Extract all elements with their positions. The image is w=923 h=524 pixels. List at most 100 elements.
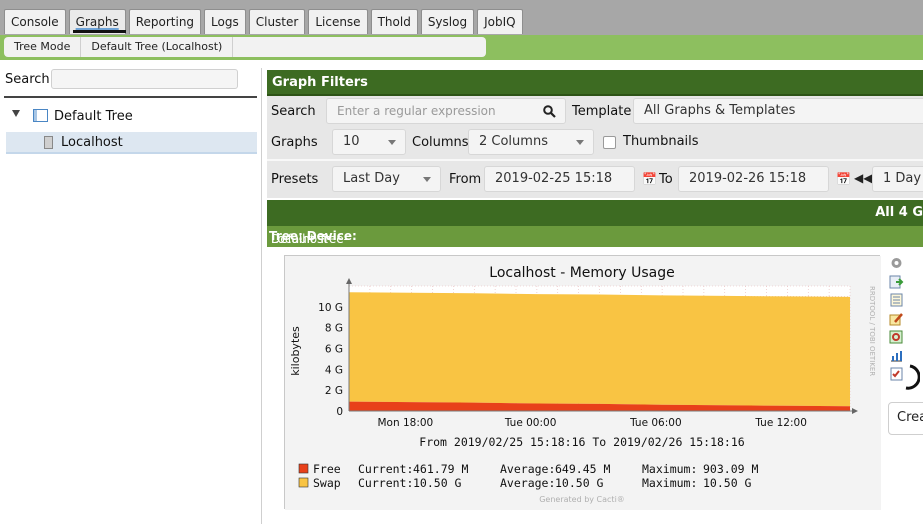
breadcrumb-current-tree[interactable]: Default Tree (Localhost) [81,37,234,57]
legend-maximum-label: Maximum: [642,462,697,476]
generated-by: Generated by Cacti® [539,495,625,504]
calendar-icon[interactable]: 📅 [642,172,657,186]
time-range: From 2019/02/25 15:18:16 To 2019/02/26 1… [419,435,744,449]
x-tick-label: Tue 12:00 [754,417,807,429]
legend-maximum-label: Maximum: [642,476,697,490]
legend-maximum-value: 10.50 G [703,476,752,490]
tab-license[interactable]: License [308,9,368,34]
tab-cluster[interactable]: Cluster [248,9,306,34]
rrdtool-credit: RRDTOOL / TOBI OETIKER [868,286,876,376]
search-icon [543,105,556,118]
timespan-select[interactable]: 1 Day [872,166,923,192]
tab-label: JobIQ [484,15,516,29]
tab-thold[interactable]: Thold [370,9,418,34]
chart-icon[interactable] [889,349,904,363]
chevron-down-icon [388,140,396,145]
legend-average-label: Average: [500,462,555,476]
chevron-down-icon [423,177,431,182]
tree-panel: Search Default Tree Localhost [0,68,262,524]
tab-graphs[interactable]: Graphs [68,9,126,34]
graph-canvas: 0 2 G 4 G 6 G 8 G 10 G Mon 18:00 Tue 00:00 Tue 0… [285,256,881,510]
expand-toggle-icon[interactable] [12,110,20,117]
tab-label: Cluster [255,15,299,29]
tab-console[interactable]: Console [4,9,66,34]
breadcrumb-tree-mode[interactable]: Tree Mode [4,37,82,57]
from-date-input[interactable]: 2019-02-25 15:18 [484,166,635,192]
graphs-label: Graphs [271,135,318,150]
timespan-value: 1 Day [883,171,922,186]
y-tick-label: 10 G [318,302,343,314]
legend-current-value: 461.79 M [413,462,468,476]
columns-label: Columns [412,135,469,150]
results-summary: All 4 G [875,205,923,220]
to-date-input[interactable]: 2019-02-26 15:18 [678,166,829,192]
x-tick-label: Tue 06:00 [629,417,682,429]
graph-path: Tree: Default Tree-> Device: Localhost [269,229,357,260]
thumbnails-checkbox[interactable] [603,136,616,149]
memory-usage-graph[interactable]: 0 2 G 4 G 6 G 8 G 10 G Mon 18:00 Tue 00:00 Tue 0… [284,255,881,510]
legend-series-name: Swap [313,476,341,490]
device-icon [44,136,53,149]
rewind-icon[interactable]: ◀◀ [854,171,872,185]
chart-title: Localhost - Memory Usage [489,265,674,281]
create-button-label: Crea [897,410,923,425]
thumbnails-label: Thumbnails [623,134,699,149]
zoom-icon[interactable] [889,330,904,344]
path-device-value: Localhost [271,232,329,246]
tab-label: Graphs [75,15,119,29]
template-label: Template [572,104,632,119]
to-label: To [659,172,673,187]
legend-average-label: Average: [500,476,555,490]
graphs-per-page-select[interactable]: 10 [332,129,406,155]
chevron-down-icon [576,140,584,145]
presets-label: Presets [271,172,319,187]
export-icon[interactable] [889,275,904,289]
tab-label: Logs [211,15,239,29]
tab-label: License [315,15,361,29]
tab-jobiq[interactable]: JobIQ [477,9,523,34]
tab-label: Syslog [427,15,468,29]
edit-icon[interactable] [889,312,904,326]
tree-search-input[interactable] [51,69,238,89]
filter-search-input[interactable]: Enter a regular expression [326,98,566,124]
graph-filters-title: Graph Filters [272,75,368,90]
tree-item-label: Localhost [61,135,123,150]
to-date-value: 2019-02-26 15:18 [689,171,807,186]
from-date-value: 2019-02-25 15:18 [495,171,613,186]
y-tick-label: 6 G [325,344,343,356]
breadcrumb: Tree Mode Default Tree (Localhost) [4,37,486,57]
y-axis-label: kilobytes [289,326,302,376]
legend-swatch-free [298,463,309,474]
tab-reporting[interactable]: Reporting [128,9,202,34]
legend: Free Current: 461.79 M Average: 649.45 M Maxi… [298,462,758,490]
series-areas [349,292,850,411]
filter-row-layout: Graphs 10 Columns 2 Columns Thumbnails [267,127,923,159]
series-area-swap [349,292,850,407]
legend-average-value: 649.45 M [555,462,610,476]
filter-row-timespan: Presets Last Day From 2019-02-25 15:18 📅… [267,159,923,198]
create-button[interactable]: Crea [888,402,923,435]
presets-select[interactable]: Last Day [332,166,441,192]
tab-syslog[interactable]: Syslog [420,9,475,34]
list-icon[interactable] [889,293,904,307]
legend-maximum-value: 903.09 M [703,462,758,476]
gear-icon[interactable] [889,256,904,270]
tab-logs[interactable]: Logs [204,9,246,34]
columns-select[interactable]: 2 Columns [468,129,594,155]
x-tick-label: Mon 18:00 [377,417,433,429]
legend-current-value: 10.50 G [413,476,462,490]
graphs-per-page-value: 10 [343,134,360,149]
legend-current-label: Current: [358,462,413,476]
y-tick-label: 4 G [325,364,343,376]
filter-row-search: Search Enter a regular expression Templa… [267,96,923,127]
legend-current-label: Current: [358,476,413,490]
template-select[interactable]: All Graphs & Templates [633,98,923,124]
tab-label: Thold [377,15,411,29]
graph-filters-header: Graph Filters [267,70,923,96]
tree-item-localhost[interactable]: Localhost [6,132,257,154]
filter-search-placeholder: Enter a regular expression [337,104,496,118]
calendar-icon[interactable]: 📅 [836,172,851,186]
tree-item-default-tree[interactable]: Default Tree [54,109,133,124]
legend-average-value: 10.50 G [555,476,604,490]
divider [4,96,257,98]
